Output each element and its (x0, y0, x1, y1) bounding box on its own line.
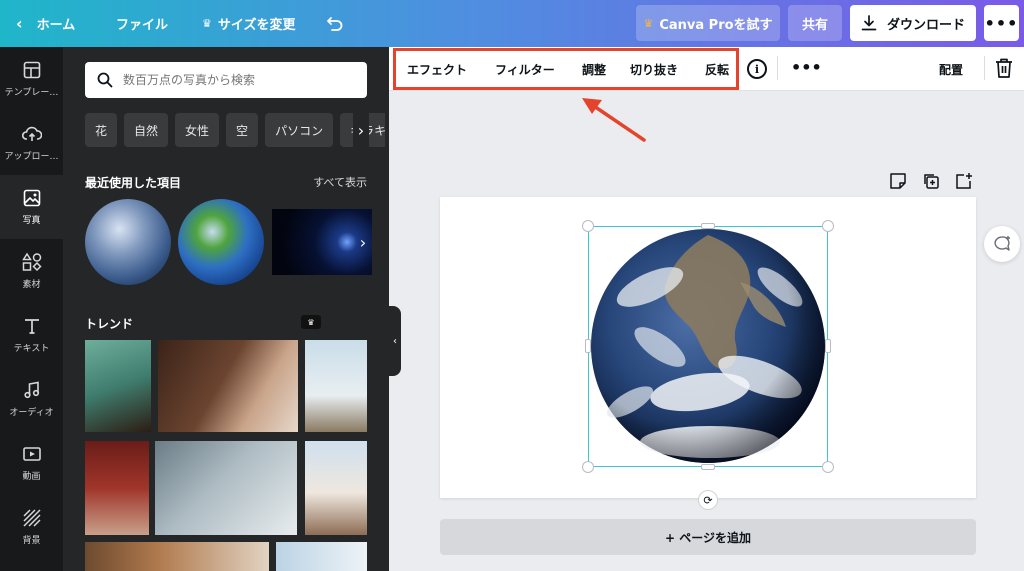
search-input[interactable] (123, 73, 353, 87)
resize-handle-bl[interactable] (582, 461, 594, 473)
rail-label: アップロー… (4, 152, 59, 162)
trend-photo-woman-green[interactable] (85, 340, 151, 432)
resize-handle-bottom[interactable] (701, 464, 715, 470)
chevron-left-icon: ‹ (16, 14, 23, 33)
top-bar: ‹ ホーム ファイル ♛ サイズを変更 ♛ Canva Proを試す 共有 ダウ… (0, 0, 1024, 47)
rail-label: 動画 (22, 472, 41, 482)
resize-button[interactable]: ♛ サイズを変更 (202, 0, 296, 47)
highlight-box (393, 48, 739, 90)
trend-photo-women-beach[interactable] (305, 441, 367, 535)
rotate-icon[interactable]: ⟳ (698, 490, 718, 510)
rail-label: テキスト (13, 344, 50, 354)
toolbar-divider (984, 56, 985, 80)
add-comment-button[interactable] (984, 226, 1020, 262)
keyword-chips: 花 自然 女性 空 パソコン キラキ (85, 113, 385, 147)
annotation-arrow (582, 98, 646, 142)
rail-item-video[interactable]: 動画 (0, 431, 63, 495)
recent-earth-photo-1[interactable] (85, 199, 171, 285)
download-icon (861, 15, 877, 31)
more-options-button[interactable]: ••• (984, 5, 1019, 41)
cloud-upload-icon (21, 124, 42, 144)
add-page-icon[interactable] (955, 172, 973, 190)
toolbar-divider (777, 56, 778, 80)
rail-label: 写真 (22, 216, 41, 226)
try-canva-pro-button[interactable]: ♛ Canva Proを試す (636, 5, 780, 41)
rail-label: テンプレー… (4, 88, 59, 98)
trend-photo-jumping-man[interactable] (305, 340, 367, 432)
image-icon (22, 188, 42, 208)
selection-frame (588, 226, 828, 467)
trend-photo-woman-flowers[interactable] (158, 340, 298, 432)
recent-earth-photo-2[interactable] (178, 199, 264, 285)
position-button[interactable]: 配置 (939, 47, 963, 91)
rail-item-photos[interactable]: 写真 (0, 175, 63, 239)
duplicate-page-icon[interactable] (922, 172, 940, 190)
share-label: 共有 (801, 17, 828, 33)
resize-handle-right[interactable] (825, 339, 831, 353)
left-rail: テンプレー… アップロー… 写真 素材 テキスト オーディオ 動画 背景 (0, 47, 63, 571)
rail-item-audio[interactable]: オーディオ (0, 367, 63, 431)
chevron-right-icon[interactable]: › (355, 227, 371, 257)
search-box[interactable] (85, 62, 367, 98)
comment-plus-icon (994, 236, 1010, 251)
undo-icon (327, 16, 343, 31)
rail-item-background[interactable]: 背景 (0, 495, 63, 559)
rail-item-uploads[interactable]: アップロー… (0, 111, 63, 175)
rail-item-text[interactable]: テキスト (0, 303, 63, 367)
resize-handle-top[interactable] (701, 223, 715, 229)
see-all-link[interactable]: すべて表示 (313, 174, 367, 190)
file-menu[interactable]: ファイル (116, 0, 168, 47)
trend-photo-snow[interactable] (276, 542, 367, 571)
chip-flower[interactable]: 花 (85, 113, 118, 147)
more-dots-icon[interactable]: ••• (791, 58, 822, 77)
chevron-left-icon: ‹ (393, 335, 397, 347)
more-dots-icon: ••• (984, 13, 1019, 33)
stripes-icon (22, 508, 42, 528)
chip-pc[interactable]: パソコン (265, 113, 334, 147)
trend-title: トレンド (85, 317, 134, 331)
share-button[interactable]: 共有 (788, 5, 842, 41)
music-note-icon (22, 380, 42, 400)
download-button[interactable]: ダウンロード (850, 5, 976, 41)
chip-woman[interactable]: 女性 (175, 113, 220, 147)
resize-handle-left[interactable] (585, 339, 591, 353)
rail-label: 背景 (22, 536, 41, 546)
download-label: ダウンロード (886, 17, 965, 33)
photos-panel: 花 自然 女性 空 パソコン キラキ › 最近使用した項目 すべて表示 ♛ › … (63, 47, 389, 571)
undo-button[interactable] (326, 0, 344, 47)
resize-handle-br[interactable] (822, 461, 834, 473)
chip-nature[interactable]: 自然 (124, 113, 169, 147)
note-icon[interactable] (889, 172, 907, 190)
trend-photo-hands-red[interactable] (85, 441, 149, 535)
trend-photo-writing[interactable] (155, 441, 297, 535)
resize-label: サイズを変更 (217, 18, 296, 33)
home-label: ホーム (36, 18, 76, 33)
template-icon (22, 60, 42, 80)
chevron-right-icon[interactable]: › (353, 113, 369, 147)
trend-photo-sweater[interactable] (85, 542, 269, 571)
back-home-link[interactable]: ‹ ホーム (16, 0, 75, 47)
crown-icon: ♛ (301, 315, 321, 329)
crown-icon: ♛ (202, 17, 212, 30)
recent-title: 最近使用した項目 (85, 176, 182, 190)
search-icon (97, 72, 113, 88)
trash-icon[interactable] (994, 57, 1014, 79)
rail-label: オーディオ (9, 408, 54, 418)
chip-sky[interactable]: 空 (226, 113, 259, 147)
collapse-panel-button[interactable]: ‹ (389, 306, 401, 376)
resize-handle-tr[interactable] (822, 220, 834, 232)
pro-label: Canva Proを試す (659, 17, 773, 33)
text-icon (22, 316, 42, 336)
add-page-button[interactable]: + ページを追加 (440, 519, 976, 555)
resize-handle-tl[interactable] (582, 220, 594, 232)
info-icon[interactable]: i (747, 59, 767, 79)
rail-item-templates[interactable]: テンプレー… (0, 47, 63, 111)
file-label: ファイル (116, 18, 169, 33)
shapes-icon (21, 252, 42, 272)
crown-icon: ♛ (643, 16, 654, 30)
video-icon (22, 444, 42, 464)
rail-label: 素材 (22, 280, 41, 290)
rail-item-elements[interactable]: 素材 (0, 239, 63, 303)
